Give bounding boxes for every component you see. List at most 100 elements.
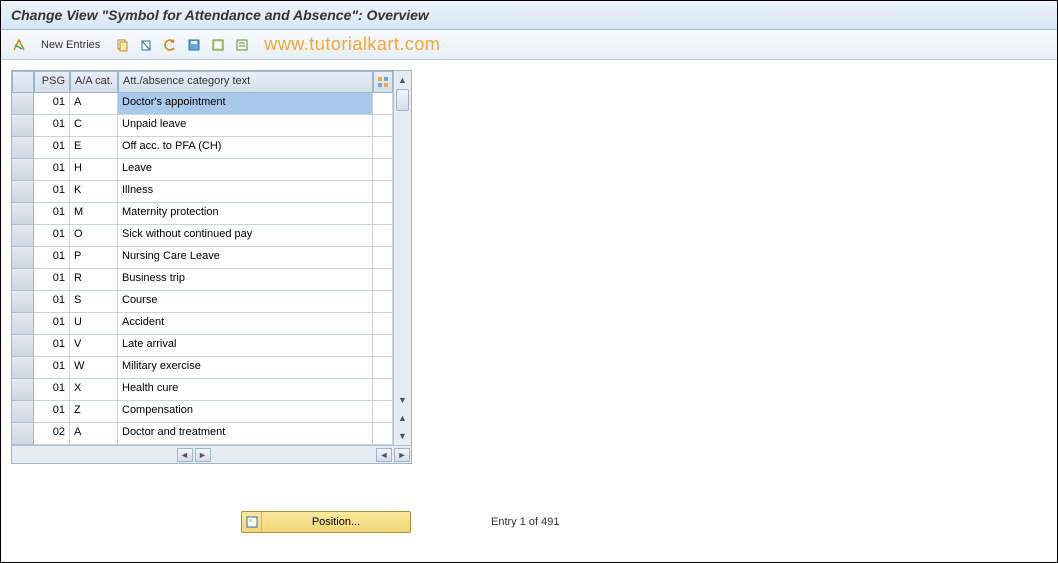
scroll-right2-icon[interactable]: ► xyxy=(394,448,410,462)
save-icon[interactable] xyxy=(184,35,204,55)
scroll-down-icon[interactable]: ▼ xyxy=(394,391,411,409)
text-cell[interactable]: Nursing Care Leave xyxy=(118,247,373,269)
row-selector[interactable] xyxy=(12,115,34,137)
psg-cell[interactable]: 01 xyxy=(34,247,70,269)
scroll-left-icon[interactable]: ◄ xyxy=(177,448,193,462)
select-all-header[interactable] xyxy=(12,71,34,93)
aacat-cell[interactable]: O xyxy=(70,225,118,247)
table-row: 01MMaternity protection xyxy=(12,203,393,225)
text-cell[interactable]: Off acc. to PFA (CH) xyxy=(118,137,373,159)
delete-icon[interactable] xyxy=(136,35,156,55)
text-cell[interactable]: Military exercise xyxy=(118,357,373,379)
toggle-icon[interactable] xyxy=(9,35,29,55)
row-selector[interactable] xyxy=(12,181,34,203)
text-cell[interactable]: Accident xyxy=(118,313,373,335)
aacat-cell[interactable]: W xyxy=(70,357,118,379)
row-selector[interactable] xyxy=(12,93,34,115)
scroll-down2-icon[interactable]: ▼ xyxy=(394,427,411,445)
row-selector[interactable] xyxy=(12,423,34,445)
vertical-scrollbar[interactable]: ▲ ▼ ▲ ▼ xyxy=(393,71,411,445)
aacat-cell[interactable]: V xyxy=(70,335,118,357)
pad-cell xyxy=(373,137,393,159)
text-cell[interactable]: Late arrival xyxy=(118,335,373,357)
text-cell[interactable]: Sick without continued pay xyxy=(118,225,373,247)
toolbar: New Entries www.tutorialkart.com xyxy=(1,30,1057,60)
pad-cell xyxy=(373,423,393,445)
text-cell[interactable]: Doctor's appointment xyxy=(118,93,373,115)
aacat-cell[interactable]: H xyxy=(70,159,118,181)
row-selector[interactable] xyxy=(12,269,34,291)
row-selector[interactable] xyxy=(12,379,34,401)
text-cell[interactable]: Course xyxy=(118,291,373,313)
psg-cell[interactable]: 01 xyxy=(34,401,70,423)
copy-icon[interactable] xyxy=(112,35,132,55)
aacat-cell[interactable]: U xyxy=(70,313,118,335)
row-selector[interactable] xyxy=(12,291,34,313)
aacat-cell[interactable]: Z xyxy=(70,401,118,423)
row-selector[interactable] xyxy=(12,313,34,335)
pad-cell xyxy=(373,291,393,313)
psg-cell[interactable]: 02 xyxy=(34,423,70,445)
psg-cell[interactable]: 01 xyxy=(34,379,70,401)
aacat-cell[interactable]: E xyxy=(70,137,118,159)
text-cell[interactable]: Business trip xyxy=(118,269,373,291)
col-header-text[interactable]: Att./absence category text xyxy=(118,71,373,93)
psg-cell[interactable]: 01 xyxy=(34,159,70,181)
scroll-track[interactable] xyxy=(394,89,411,391)
row-selector[interactable] xyxy=(12,159,34,181)
scroll-up2-icon[interactable]: ▲ xyxy=(394,409,411,427)
pad-cell xyxy=(373,159,393,181)
entry-count-text: Entry 1 of 491 xyxy=(491,516,560,528)
undo-icon[interactable] xyxy=(160,35,180,55)
psg-cell[interactable]: 01 xyxy=(34,291,70,313)
row-selector[interactable] xyxy=(12,357,34,379)
aacat-cell[interactable]: R xyxy=(70,269,118,291)
new-entries-button[interactable]: New Entries xyxy=(33,37,108,53)
aacat-cell[interactable]: K xyxy=(70,181,118,203)
row-selector[interactable] xyxy=(12,203,34,225)
psg-cell[interactable]: 01 xyxy=(34,357,70,379)
psg-cell[interactable]: 01 xyxy=(34,313,70,335)
aacat-cell[interactable]: X xyxy=(70,379,118,401)
pad-cell xyxy=(373,247,393,269)
pad-cell xyxy=(373,379,393,401)
aacat-cell[interactable]: S xyxy=(70,291,118,313)
scroll-left2-icon[interactable]: ◄ xyxy=(376,448,392,462)
row-selector[interactable] xyxy=(12,137,34,159)
aacat-cell[interactable]: A xyxy=(70,423,118,445)
psg-cell[interactable]: 01 xyxy=(34,115,70,137)
scroll-right-icon[interactable]: ► xyxy=(195,448,211,462)
psg-cell[interactable]: 01 xyxy=(34,225,70,247)
aacat-cell[interactable]: C xyxy=(70,115,118,137)
text-cell[interactable]: Leave xyxy=(118,159,373,181)
text-cell[interactable]: Maternity protection xyxy=(118,203,373,225)
aacat-cell[interactable]: A xyxy=(70,93,118,115)
text-cell[interactable]: Doctor and treatment xyxy=(118,423,373,445)
row-selector[interactable] xyxy=(12,225,34,247)
table-config-icon[interactable] xyxy=(373,71,393,93)
col-header-psg[interactable]: PSG xyxy=(34,71,70,93)
text-cell[interactable]: Illness xyxy=(118,181,373,203)
psg-cell[interactable]: 01 xyxy=(34,335,70,357)
aacat-cell[interactable]: P xyxy=(70,247,118,269)
text-cell[interactable]: Unpaid leave xyxy=(118,115,373,137)
psg-cell[interactable]: 01 xyxy=(34,269,70,291)
scroll-up-icon[interactable]: ▲ xyxy=(394,71,411,89)
psg-cell[interactable]: 01 xyxy=(34,137,70,159)
horizontal-scrollbar[interactable]: ◄ ► ◄ ► xyxy=(12,445,411,463)
text-cell[interactable]: Compensation xyxy=(118,401,373,423)
position-button[interactable]: Position... xyxy=(241,511,411,533)
row-selector[interactable] xyxy=(12,335,34,357)
select-all-icon[interactable] xyxy=(208,35,228,55)
row-selector[interactable] xyxy=(12,247,34,269)
row-selector[interactable] xyxy=(12,401,34,423)
text-cell[interactable]: Health cure xyxy=(118,379,373,401)
aacat-cell[interactable]: M xyxy=(70,203,118,225)
scroll-thumb[interactable] xyxy=(396,89,409,111)
psg-cell[interactable]: 01 xyxy=(34,203,70,225)
deselect-all-icon[interactable] xyxy=(232,35,252,55)
pad-cell xyxy=(373,93,393,115)
psg-cell[interactable]: 01 xyxy=(34,181,70,203)
psg-cell[interactable]: 01 xyxy=(34,93,70,115)
col-header-aacat[interactable]: A/A cat. xyxy=(70,71,118,93)
